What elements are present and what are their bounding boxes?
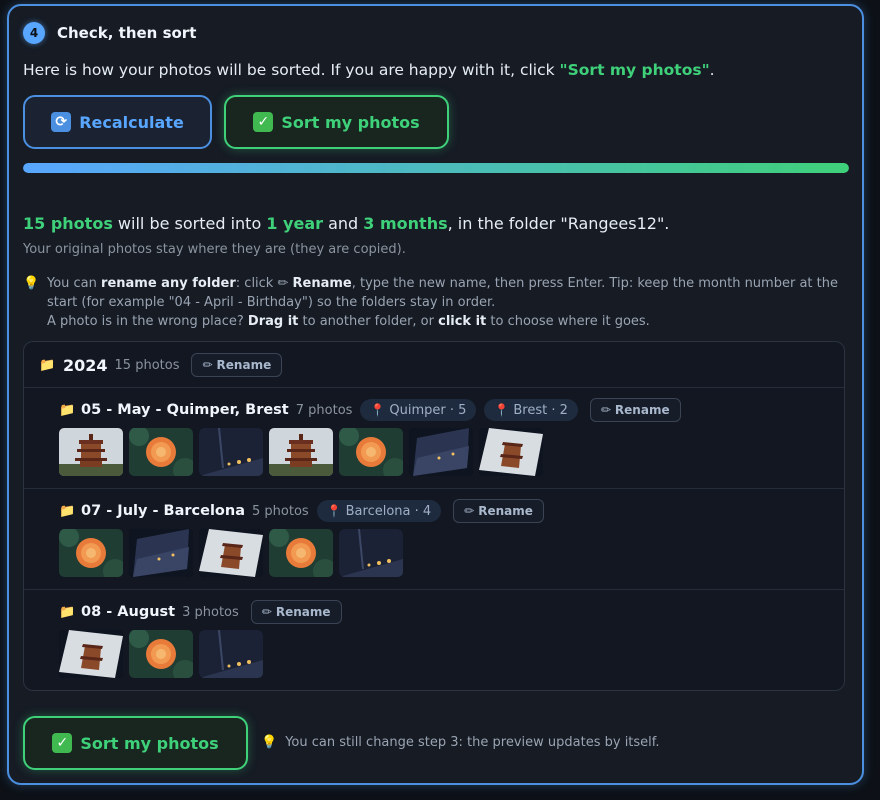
refresh-icon: ⟳ [51,112,72,132]
year-folder: 📁 2024 15 photos ✏ Rename [39,352,283,378]
pencil-icon: ✏ [600,403,611,417]
lightbulb-icon: 💡 [23,276,40,291]
photo-thumbnail[interactable] [59,428,123,476]
folder-icon: 📁 [59,604,76,620]
action-buttons: ⟳ Recalculate ✓ Sort my photos [23,95,449,149]
sort-photos-button[interactable]: ✓ Sort my photos [224,95,449,149]
intro-text: Here is how your photos will be sorted. … [23,61,715,79]
month-folder: 📁 07 - July - Barcelona 5 photos 📍 Barcelona… [24,488,844,589]
step-title: Check, then sort [57,24,197,42]
photo-thumbnail[interactable] [199,529,263,577]
folder-tree: 📁 2024 15 photos ✏ Rename 📁 05 - May - Qu… [23,341,845,691]
month-folder: 📁 05 - May - Quimper, Brest 7 photos 📍 Quimp… [24,387,844,488]
month-name: 05 - May - Quimper, Brest [81,402,289,418]
summary-text: 15 photos will be sorted into 1 year and… [23,214,670,233]
photo-thumbnail[interactable] [129,529,193,577]
pencil-icon: ✏ [261,605,272,619]
month-count: 3 photos [182,604,239,620]
rename-month-button[interactable]: ✏ Rename [250,600,342,624]
step-number-badge: 4 [23,22,45,44]
month-folder: 📁 08 - August 3 photos ✏ Rename [24,589,844,690]
rename-month-button[interactable]: ✏ Rename [453,499,544,523]
month-header: 📁 08 - August 3 photos ✏ Rename [59,600,342,624]
rename-tip: 💡 You can rename any folder: click ✏ Ren… [23,276,838,329]
map-pin-icon: 📍 [494,403,510,417]
copy-note: Your original photos stay where they are… [23,242,406,257]
month-count: 7 photos [295,402,353,418]
photo-thumbnail[interactable] [199,630,263,678]
photo-thumbnails [59,428,543,476]
photo-thumbnail[interactable] [129,630,193,678]
map-pin-icon: 📍 [326,504,342,518]
rename-label: Rename [614,403,670,417]
progress-bar [23,163,849,173]
rename-month-button[interactable]: ✏ Rename [589,398,681,422]
folder-icon: 📁 [59,503,76,519]
photo-thumbnail[interactable] [339,529,403,577]
step-card: 4 Check, then sort Here is how your phot… [7,4,864,785]
photo-thumbnails [59,630,263,678]
location-label: Brest · 2 [513,402,568,418]
check-icon: ✓ [253,112,274,132]
year-count: 15 photos [114,357,180,373]
location-label: Barcelona · 4 [345,503,432,519]
step-header: 4 Check, then sort [23,22,196,44]
intro-highlight: "Sort my photos" [559,61,710,79]
folder-icon: 📁 [39,357,56,373]
recalculate-button[interactable]: ⟳ Recalculate [23,95,212,149]
lightbulb-icon: 💡 [261,735,278,750]
rename-year-button[interactable]: ✏ Rename [191,353,283,377]
footer-note: 💡 You can still change step 3: the previ… [261,735,660,750]
location-chip: 📍 Quimper · 5 [360,399,477,421]
rename-label: Rename [478,504,533,518]
month-name: 07 - July - Barcelona [81,503,246,519]
month-header: 📁 07 - July - Barcelona 5 photos 📍 Barcelona… [59,499,544,523]
photo-thumbnails [59,529,403,577]
progress-fill [23,163,849,173]
rename-label: Rename [275,605,331,619]
photo-thumbnail[interactable] [339,428,403,476]
photo-thumbnail[interactable] [199,428,263,476]
month-header: 📁 05 - May - Quimper, Brest 7 photos 📍 Quimp… [59,398,681,422]
photo-thumbnail[interactable] [479,428,543,476]
photo-thumbnail[interactable] [409,428,473,476]
footer-sort-photos-button[interactable]: ✓ Sort my photos [23,716,248,770]
photo-thumbnail[interactable] [269,428,333,476]
check-icon: ✓ [52,733,73,753]
photo-thumbnail[interactable] [269,529,333,577]
location-chip: 📍 Brest · 2 [484,399,578,421]
map-pin-icon: 📍 [370,403,386,417]
photo-thumbnail[interactable] [59,630,123,678]
month-count: 5 photos [252,503,309,519]
year-name: 2024 [63,355,108,375]
photo-thumbnail[interactable] [129,428,193,476]
location-label: Quimper · 5 [389,402,467,418]
pencil-icon: ✏ [464,504,475,518]
location-chip: 📍 Barcelona · 4 [316,500,442,522]
pencil-icon: ✏ [202,358,213,372]
photo-thumbnail[interactable] [59,529,123,577]
folder-icon: 📁 [59,402,76,418]
month-name: 08 - August [81,604,176,620]
